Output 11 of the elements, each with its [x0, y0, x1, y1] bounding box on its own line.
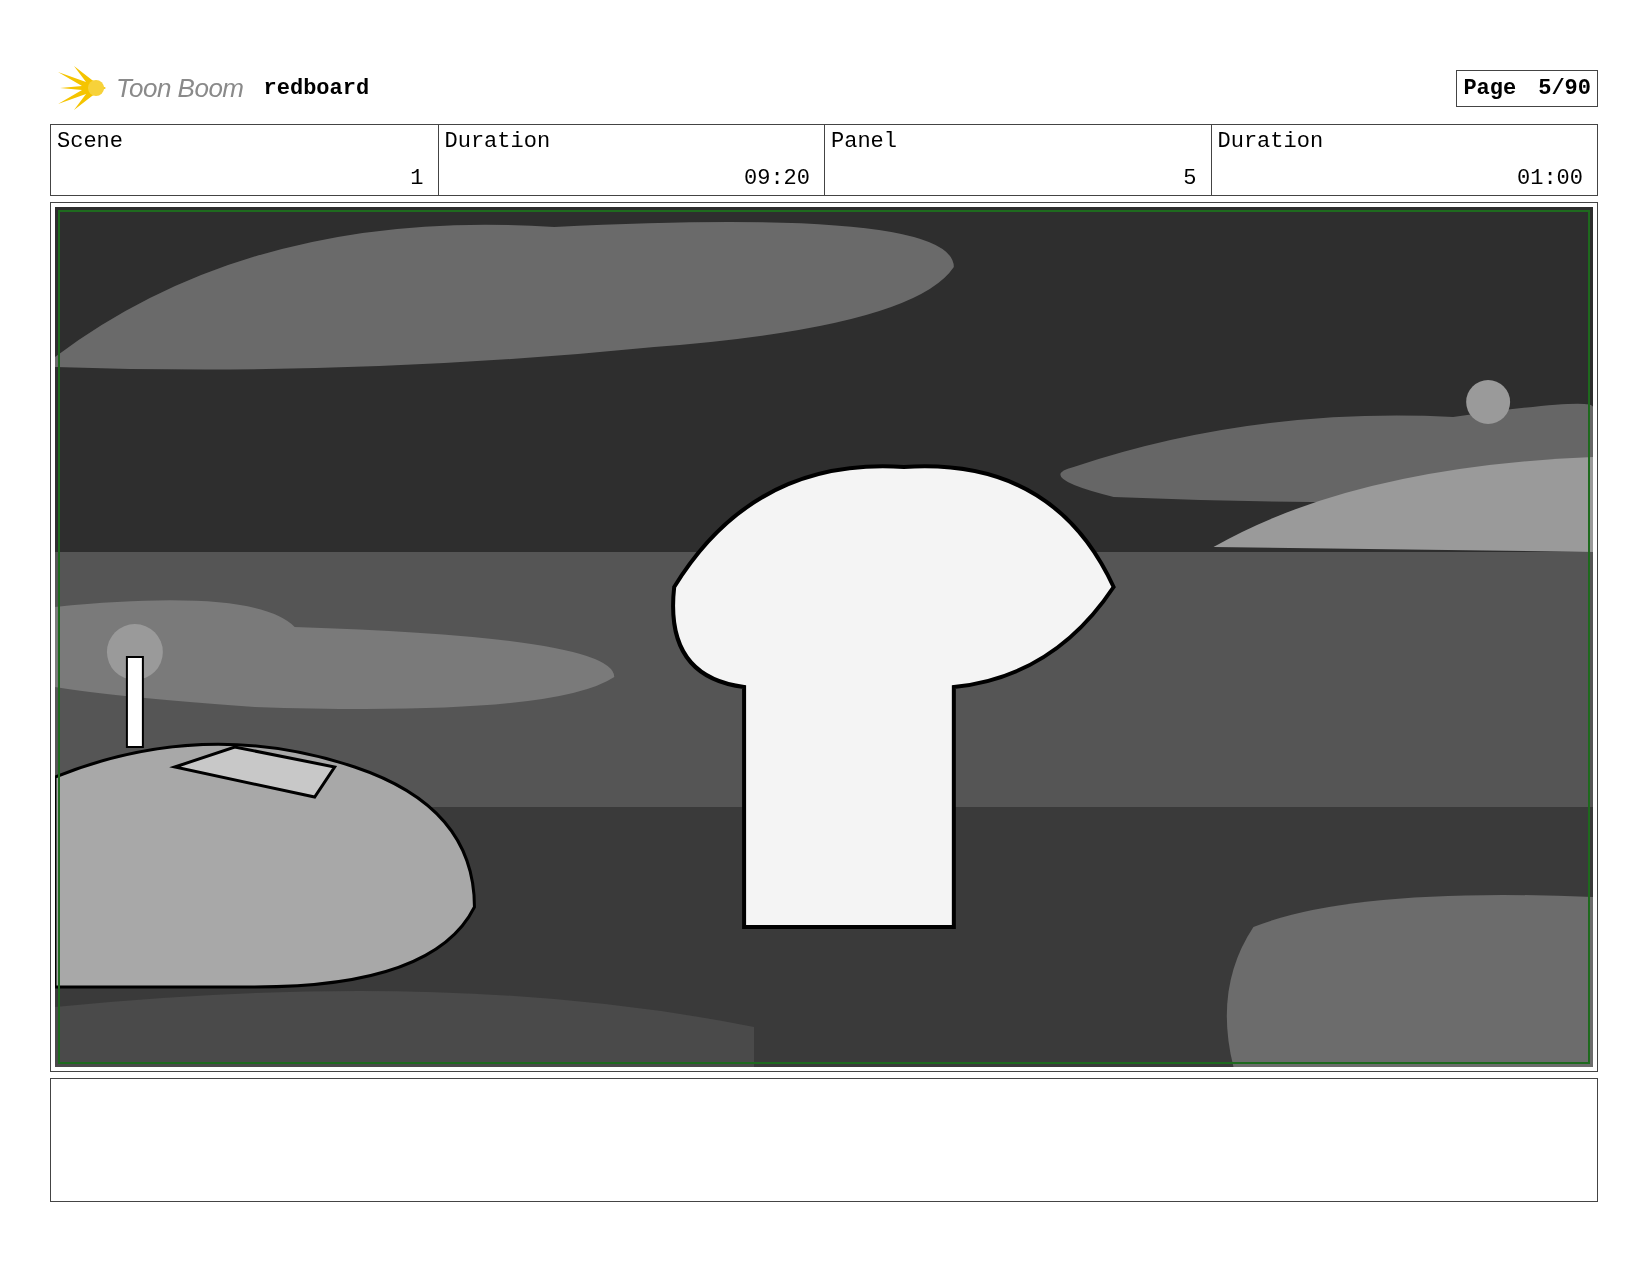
field-label: Panel: [831, 129, 898, 154]
field-value: 1: [410, 166, 424, 191]
field-value: 09:20: [744, 166, 810, 191]
project-name: redboard: [263, 75, 370, 101]
field-value: 01:00: [1517, 166, 1583, 191]
page-counter: Page 5/90: [1456, 69, 1598, 107]
field-label: Duration: [444, 129, 552, 154]
field-label: Scene: [57, 129, 124, 154]
field-value: 5: [1183, 166, 1197, 191]
brand-name: Toon Boom: [116, 72, 244, 104]
field-label: Duration: [1217, 129, 1325, 154]
